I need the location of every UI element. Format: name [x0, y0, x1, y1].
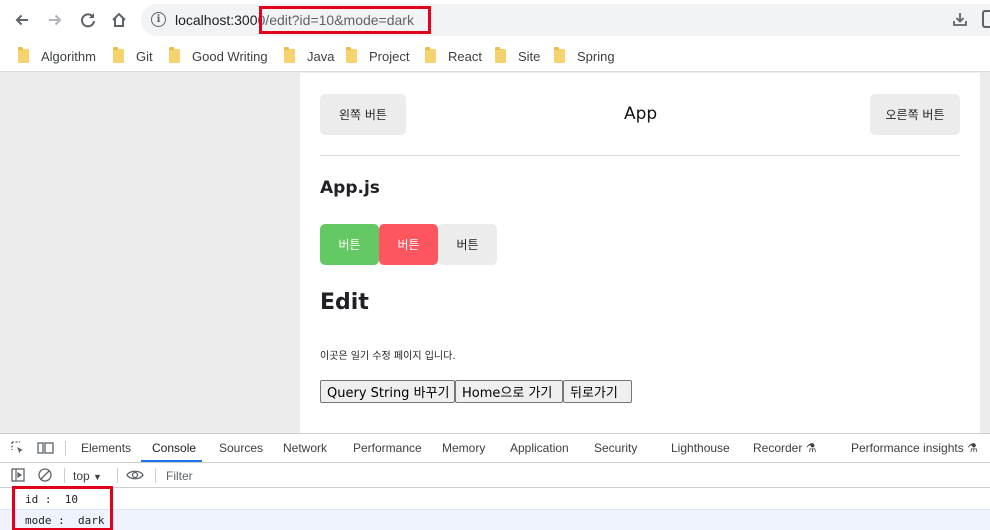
bookmarks-bar: Algorithm Git Good Writing Java Project …	[0, 40, 990, 72]
home-icon[interactable]	[107, 8, 131, 32]
forward-arrow-icon[interactable]	[43, 8, 67, 32]
tab-performance[interactable]: Performance	[353, 441, 422, 455]
app-title: App	[624, 104, 658, 124]
folder-icon	[495, 47, 506, 63]
folder-icon	[425, 47, 436, 63]
context-selector[interactable]: top ▼	[73, 469, 102, 483]
back-button[interactable]: 뒤로가기	[563, 380, 632, 403]
console-log-line: id : 10	[25, 493, 78, 506]
separator	[64, 468, 65, 483]
tab-application[interactable]: Application	[510, 441, 569, 455]
extension-icon[interactable]	[982, 10, 990, 28]
browser-toolbar: i localhost:3000/edit?id=10&mode=dark	[0, 0, 990, 40]
app-container: 왼쪽 버튼 App 오른쪽 버튼 App.js 버튼 버튼 버튼 Edit 이곳…	[300, 73, 980, 433]
header-divider	[320, 155, 960, 156]
eye-icon[interactable]	[126, 468, 144, 482]
devtools-tabbar: Elements Console Sources Network Perform…	[0, 434, 990, 463]
tab-recorder[interactable]: Recorder ⚗	[753, 441, 816, 455]
tab-lighthouse[interactable]: Lighthouse	[671, 441, 730, 455]
inspect-element-icon[interactable]	[10, 441, 25, 455]
edit-heading: Edit	[320, 290, 369, 315]
bookmark-git[interactable]: Git	[113, 47, 153, 65]
console-highlight-box	[12, 486, 113, 530]
flask-icon: ⚗	[967, 441, 978, 455]
bookmark-spring[interactable]: Spring	[554, 47, 615, 65]
site-info-icon[interactable]: i	[151, 12, 166, 27]
tab-network[interactable]: Network	[283, 441, 327, 455]
folder-icon	[113, 47, 124, 63]
folder-icon	[346, 47, 357, 63]
bookmark-java[interactable]: Java	[284, 47, 334, 65]
bookmark-good-writing[interactable]: Good Writing	[169, 47, 268, 65]
gray-button[interactable]: 버튼	[438, 224, 497, 265]
folder-icon	[169, 47, 180, 63]
tab-console[interactable]: Console	[152, 441, 196, 455]
folder-icon	[18, 47, 29, 63]
tab-performance-insights[interactable]: Performance insights ⚗	[851, 441, 978, 455]
tab-security[interactable]: Security	[594, 441, 637, 455]
folder-icon	[554, 47, 565, 63]
url-highlight-box	[259, 6, 431, 34]
install-app-icon[interactable]	[951, 10, 969, 28]
bookmark-react[interactable]: React	[425, 47, 482, 65]
dropdown-arrow-icon: ▼	[93, 472, 102, 482]
reload-icon[interactable]	[76, 8, 100, 32]
back-arrow-icon[interactable]	[10, 8, 34, 32]
devtools-panel: Elements Console Sources Network Perform…	[0, 433, 990, 530]
separator	[155, 468, 156, 483]
edit-description: 이곳은 일기 수정 페이지 입니다.	[320, 351, 456, 362]
console-log-line: mode : dark	[0, 509, 990, 530]
appjs-heading: App.js	[320, 178, 380, 198]
bookmark-project[interactable]: Project	[346, 47, 409, 65]
bookmark-site[interactable]: Site	[495, 47, 540, 65]
separator	[117, 468, 118, 483]
green-button[interactable]: 버튼	[320, 224, 379, 265]
tab-memory[interactable]: Memory	[442, 441, 485, 455]
left-header-button[interactable]: 왼쪽 버튼	[320, 94, 406, 135]
tab-elements[interactable]: Elements	[81, 441, 131, 455]
separator	[65, 441, 66, 456]
flask-icon: ⚗	[805, 441, 817, 455]
query-string-button[interactable]: Query String 바꾸기	[320, 380, 455, 403]
home-button[interactable]: Home으로 가기	[455, 380, 563, 403]
page-viewport: 왼쪽 버튼 App 오른쪽 버튼 App.js 버튼 버튼 버튼 Edit 이곳…	[0, 73, 990, 433]
device-toolbar-icon[interactable]	[37, 441, 54, 455]
folder-icon	[284, 47, 295, 63]
sidebar-toggle-icon[interactable]	[10, 468, 25, 482]
bookmark-algorithm[interactable]: Algorithm	[18, 47, 96, 65]
console-toolbar: top ▼ Filter	[0, 463, 990, 488]
red-button[interactable]: 버튼	[379, 224, 438, 265]
clear-console-icon[interactable]	[37, 468, 52, 482]
active-tab-indicator	[141, 460, 202, 462]
right-header-button[interactable]: 오른쪽 버튼	[870, 94, 960, 135]
filter-input[interactable]: Filter	[166, 469, 193, 483]
tab-sources[interactable]: Sources	[219, 441, 263, 455]
